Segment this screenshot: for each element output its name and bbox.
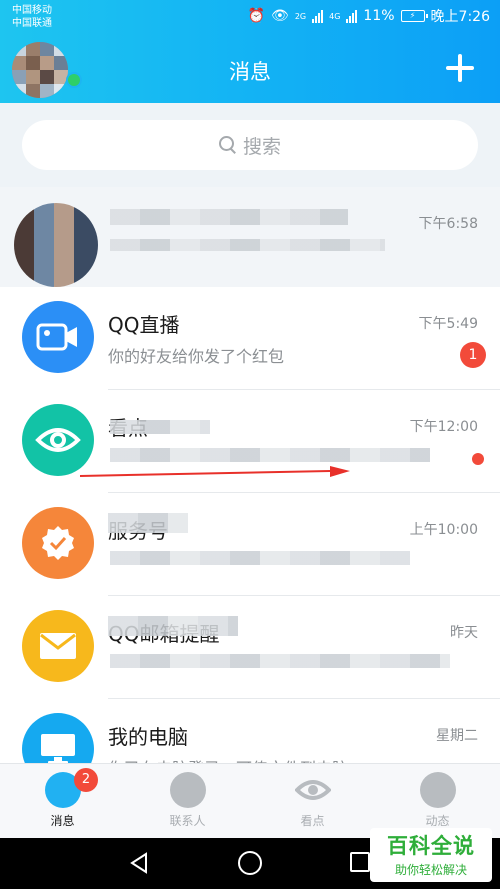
conversation-name: QQ直播 [108, 313, 180, 337]
tab-label: 消息 [50, 814, 75, 828]
search-placeholder: 搜索 [242, 135, 281, 158]
blurred-preview [110, 654, 450, 668]
message-time: 昨天 [450, 625, 478, 641]
conversation-name: 我的电脑 [108, 725, 188, 749]
signal-icon-2 [346, 9, 358, 23]
blurred-preview [110, 239, 385, 251]
tab-contacts[interactable]: 联系人 [125, 764, 250, 838]
recent-apps-icon[interactable] [350, 852, 370, 872]
unread-dot [472, 453, 484, 465]
eye-icon: 👁 [271, 8, 289, 24]
conversation-item-mail[interactable]: QQ邮箱提醒 昨天 [0, 596, 500, 699]
blurred-name [108, 616, 238, 636]
carrier-1: 中国移动 [12, 5, 52, 16]
message-time: 下午5:49 [418, 316, 478, 332]
search-icon [218, 136, 237, 154]
blurred-name [110, 420, 210, 434]
network-type-2: 4G [329, 11, 341, 21]
watermark-subtitle: 助你轻松解决 [394, 863, 467, 877]
watermark: 百科全说 助你轻松解决 [370, 828, 492, 882]
battery-icon: ⚡ [400, 10, 428, 22]
message-time: 下午12:00 [409, 419, 478, 435]
signal-icon [312, 9, 324, 23]
add-button[interactable] [446, 54, 474, 82]
service-badge-icon [22, 507, 94, 579]
status-bar: 中国移动 中国联通 ⏰ 👁 2G 4G 11% ⚡ 晚上7:26 [0, 0, 500, 34]
home-icon[interactable] [238, 851, 262, 875]
watermark-title: 百科全说 [387, 834, 475, 858]
blurred-name [110, 209, 348, 225]
message-time: 星期二 [436, 728, 478, 744]
conversation-list: 下午6:58 QQ直播 你的好友给你发了个红包 下午5:49 1 看点 下午12… [0, 187, 500, 802]
tab-label: 看点 [300, 814, 325, 828]
search-area: 搜索 [0, 103, 500, 187]
conversation-item-pinned[interactable]: 下午6:58 [0, 187, 500, 287]
bottom-tab-bar: 消息 2 联系人 看点 动态 [0, 763, 500, 838]
tab-kandian[interactable]: 看点 [250, 764, 375, 838]
tab-label: 联系人 [169, 814, 206, 828]
conversation-item-service[interactable]: 服务号 上午10:00 [0, 493, 500, 596]
contact-avatar-blurred [14, 203, 98, 287]
battery-percent: 11% [363, 8, 395, 24]
network-type-1: 2G [294, 11, 307, 21]
message-time: 下午6:58 [418, 216, 478, 232]
tab-unread-badge: 2 [74, 768, 98, 792]
alarm-icon: ⏰ [247, 8, 266, 24]
annotation-arrow-icon [80, 466, 350, 477]
carrier-info: 中国移动 中国联通 [12, 4, 52, 30]
contacts-tab-icon [169, 772, 206, 808]
tab-moments[interactable]: 动态 [375, 764, 500, 838]
page-title: 消息 [229, 60, 271, 84]
blurred-name [108, 513, 188, 533]
conversation-preview: 你的好友给你发了个红包 [108, 347, 285, 366]
clock: 晚上7:26 [430, 9, 490, 25]
blurred-preview [110, 551, 410, 565]
carrier-2: 中国联通 [12, 18, 52, 29]
conversation-item-qq-live[interactable]: QQ直播 你的好友给你发了个红包 下午5:49 1 [0, 287, 500, 390]
tab-label: 动态 [425, 814, 450, 828]
status-icons: ⏰ 👁 2G 4G 11% ⚡ 晚上7:26 [248, 6, 490, 26]
mail-icon [22, 610, 94, 682]
blurred-preview [110, 448, 430, 462]
unread-badge: 1 [460, 342, 486, 368]
header-bar: 中国移动 中国联通 ⏰ 👁 2G 4G 11% ⚡ 晚上7:26 消息 [0, 0, 500, 103]
message-time: 上午10:00 [409, 522, 478, 538]
video-camera-icon [22, 301, 94, 373]
search-input[interactable]: 搜索 [22, 120, 478, 170]
tab-messages[interactable]: 消息 2 [0, 764, 125, 838]
moments-tab-icon [419, 772, 456, 808]
kandian-tab-icon [293, 772, 332, 808]
back-icon[interactable] [128, 852, 150, 874]
